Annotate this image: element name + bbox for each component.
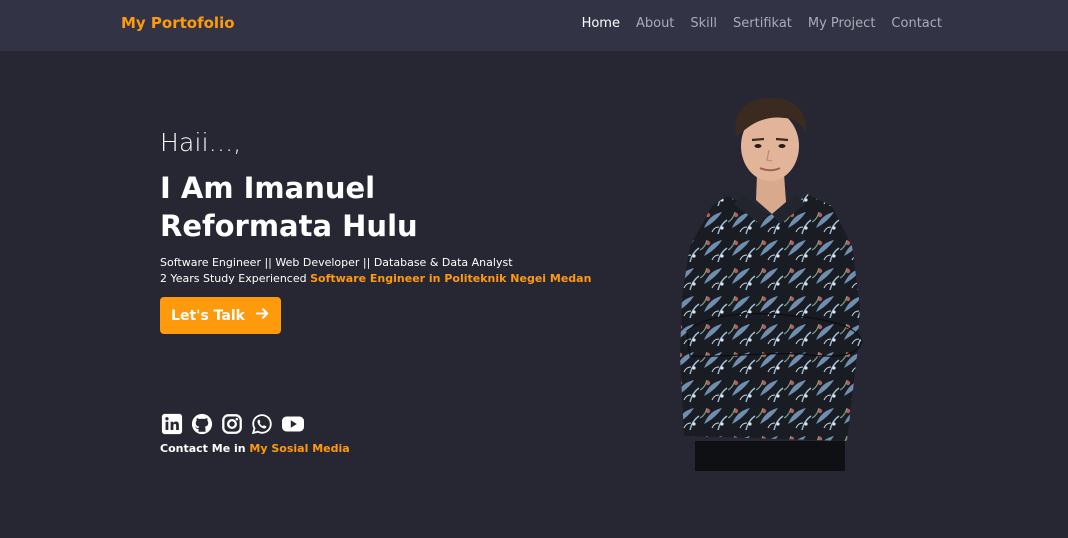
profile-photo <box>672 96 867 471</box>
linkedin-icon[interactable] <box>161 413 183 435</box>
hero-section: Haii..., I Am Imanuel Reformata Hulu Sof… <box>160 128 591 287</box>
hero-name: I Am Imanuel Reformata Hulu <box>160 169 591 245</box>
lets-talk-button[interactable]: Let's Talk <box>160 297 281 334</box>
whatsapp-icon[interactable] <box>251 413 273 435</box>
nav-sertifikat[interactable]: Sertifikat <box>733 16 792 31</box>
hero-name-line1: I Am Imanuel <box>160 171 376 205</box>
hero-description: Software Engineer || Web Developer || Da… <box>160 255 591 287</box>
navbar: My Portofolio Home About Skill Sertifika… <box>0 0 1068 51</box>
social-media-link[interactable]: My Sosial Media <box>249 442 349 455</box>
hero-greeting: Haii..., <box>160 128 242 157</box>
nav-about[interactable]: About <box>636 16 674 31</box>
hero-name-line2: Reformata Hulu <box>160 209 418 243</box>
arrow-right-icon <box>255 306 270 325</box>
contact-prefix: Contact Me in <box>160 442 250 455</box>
brand-logo[interactable]: My Portofolio <box>121 14 235 32</box>
nav-home[interactable]: Home <box>582 16 620 31</box>
experience-highlight: Software Engineer in Politeknik Negei Me… <box>310 272 592 285</box>
instagram-icon[interactable] <box>221 413 243 435</box>
github-icon[interactable] <box>191 413 213 435</box>
contact-social-text: Contact Me in My Sosial Media <box>160 442 350 455</box>
hero-roles: Software Engineer || Web Developer || Da… <box>160 256 513 269</box>
hero-experience: 2 Years Study Experienced Software Engin… <box>160 271 591 287</box>
experience-prefix: 2 Years Study Experienced <box>160 272 311 285</box>
nav-skill[interactable]: Skill <box>690 16 717 31</box>
nav-contact[interactable]: Contact <box>891 16 942 31</box>
main-nav: Home About Skill Sertifikat My Project C… <box>582 16 942 31</box>
youtube-icon[interactable] <box>281 413 304 435</box>
lets-talk-label: Let's Talk <box>171 307 245 324</box>
social-icons <box>161 413 304 435</box>
nav-project[interactable]: My Project <box>808 16 876 31</box>
